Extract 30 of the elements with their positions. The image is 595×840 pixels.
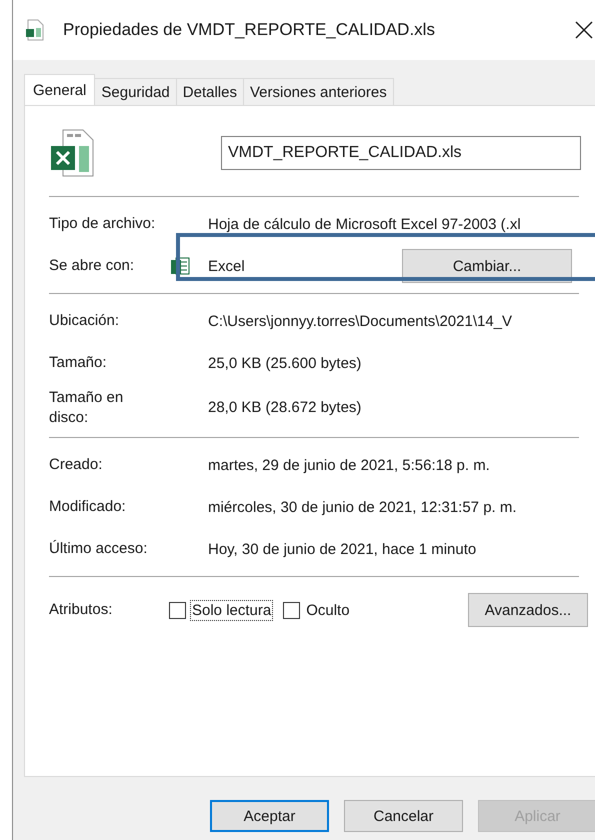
tab[interactable]: General xyxy=(24,74,96,105)
checkbox-label[interactable]: Oculto xyxy=(304,600,352,620)
field-label: Se abre con: xyxy=(49,256,136,276)
advanced-button[interactable]: Avanzados... xyxy=(468,593,588,627)
file-name-field[interactable]: VMDT_REPORTE_CALIDAD.xls xyxy=(221,136,581,170)
field-label: Modificado: xyxy=(49,497,127,517)
field-value: 28,0 KB (28.672 bytes) xyxy=(208,399,362,416)
field-value: Hoy, 30 de junio de 2021, hace 1 minuto xyxy=(208,540,476,558)
field-value: miércoles, 30 de junio de 2021, 12:31:57 p. m. xyxy=(208,498,517,516)
field-label: Ubicación: xyxy=(49,311,120,331)
field-label: Tipo de archivo: xyxy=(49,214,156,234)
field-value: Hoja de cálculo de Microsoft Excel 97-2003 (.xl xyxy=(208,216,521,232)
field-value: 25,0 KB (25.600 bytes) xyxy=(208,354,362,372)
checkbox-label[interactable]: Solo lectura xyxy=(190,600,274,620)
field-label: Tamaño: xyxy=(49,353,108,373)
window-title: Propiedades de VMDT_REPORTE_CALIDAD.xls xyxy=(63,20,436,40)
field-label: Último acceso: xyxy=(49,539,148,559)
dialog-button[interactable]: Cancelar xyxy=(344,800,463,832)
app-name: Excel xyxy=(208,258,246,274)
field-label: Atributos: xyxy=(49,600,114,620)
field-label: Creado: xyxy=(49,455,104,475)
dialog-button[interactable]: Aceptar xyxy=(210,800,329,832)
checkbox[interactable] xyxy=(169,602,186,618)
field-value: martes, 29 de junio de 2021, 5:56:18 p. m. xyxy=(208,456,490,474)
checkbox[interactable] xyxy=(283,602,300,618)
close-icon[interactable] xyxy=(575,21,593,39)
spreadsheet-file-icon xyxy=(25,19,45,41)
field-value: C:\Users\jonnyy.torres\Documents\2021\14_V xyxy=(208,312,512,330)
tab[interactable]: Versiones anteriores xyxy=(242,78,394,105)
field-label: Tamaño en disco: xyxy=(49,388,124,427)
